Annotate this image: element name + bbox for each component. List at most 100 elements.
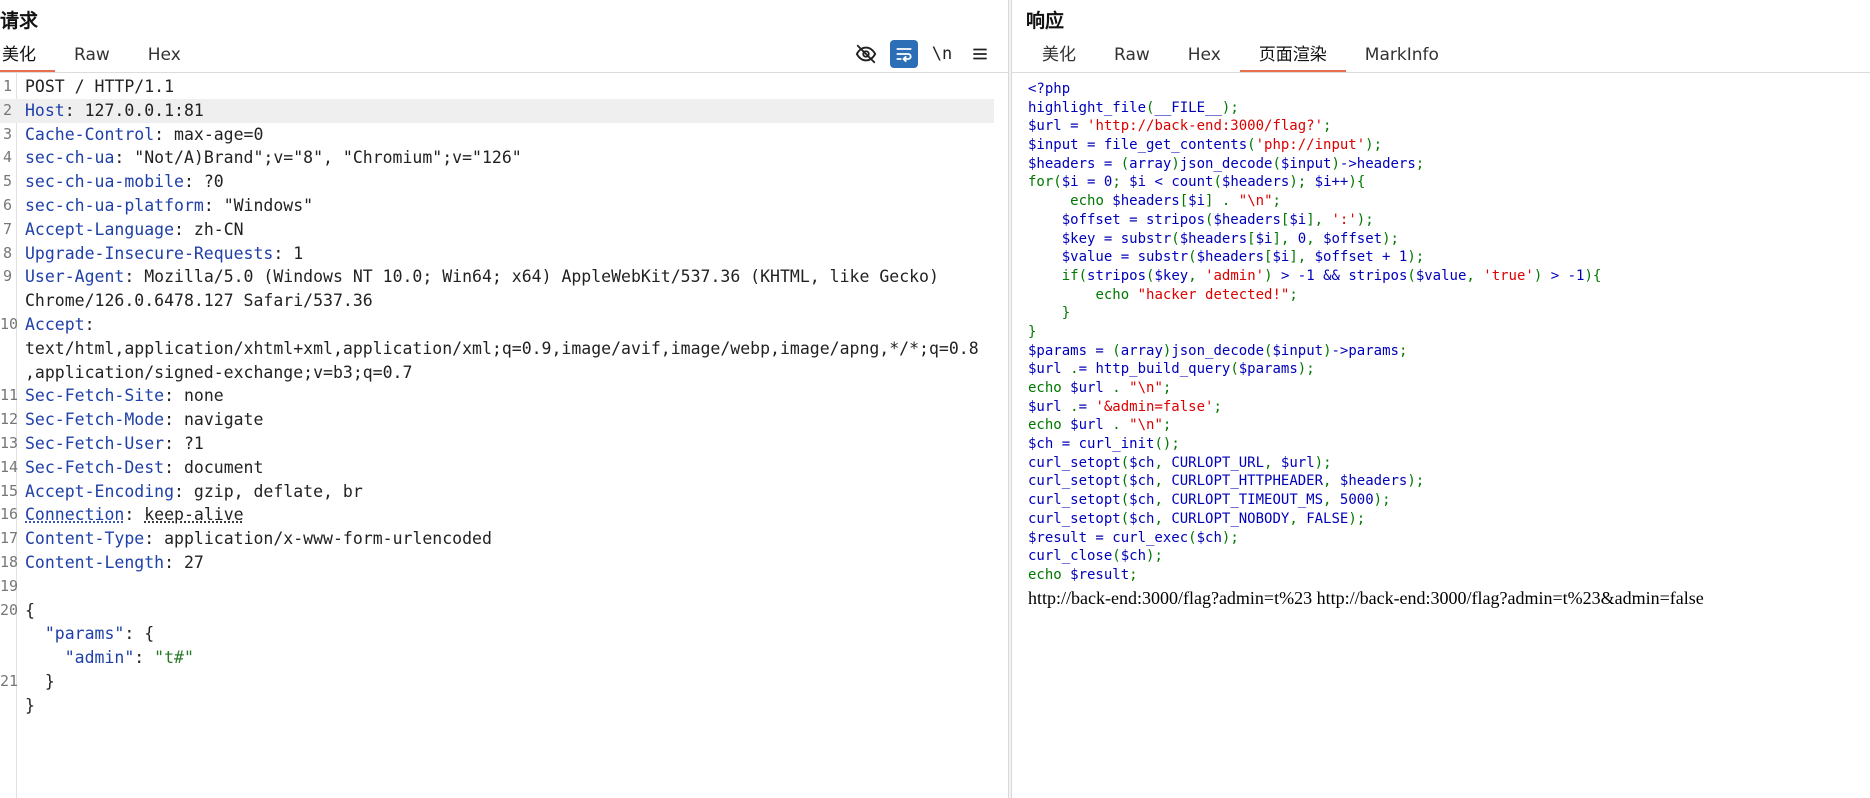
header-name: sec-ch-ua-platform — [25, 195, 204, 215]
php-punct: ; — [1289, 286, 1298, 303]
response-tab-0[interactable]: 美化 — [1026, 42, 1095, 70]
header-name: Accept — [25, 314, 85, 334]
php-punct: ] — [1272, 230, 1281, 247]
php-punct: ( — [1120, 473, 1130, 490]
php-punct: , — [1154, 492, 1163, 509]
php-punct: ( — [1407, 267, 1416, 284]
code-line: ,application/signed-exchange;v=b3;q=0.7 — [0, 361, 1008, 385]
line-number: 9 — [2, 267, 12, 286]
php-punct: ( — [1112, 342, 1121, 359]
wrap-icon[interactable] — [890, 40, 918, 68]
code-line: 9 User-Agent: Mozilla/5.0 (Windows NT 10.… — [0, 265, 1008, 289]
php-punct: ) — [1289, 174, 1298, 191]
line-number: 2 — [2, 100, 12, 119]
php-keyword: for — [1028, 174, 1054, 191]
response-tab-4[interactable]: MarkInfo — [1346, 42, 1458, 70]
newline-toggle-button[interactable]: \n — [928, 40, 956, 68]
header-value: application/x-www-form-urlencoded — [164, 529, 492, 549]
php-punct: ( — [1188, 249, 1197, 266]
php-punct: , — [1306, 230, 1315, 247]
php-punct: , — [1314, 211, 1324, 228]
response-tab-1[interactable]: Raw — [1095, 42, 1169, 70]
header-value: "t#" — [154, 648, 194, 668]
php-punct: ; — [1415, 249, 1425, 266]
php-punct: ) — [1407, 249, 1416, 266]
header-value: document — [183, 457, 264, 477]
php-punct: ] — [1306, 211, 1315, 228]
php-keyword: if — [1061, 267, 1079, 284]
code-line: 13 Sec-Fetch-User: ?1 — [0, 432, 1008, 456]
php-line: highlight_file(__FILE__); — [1028, 99, 1239, 116]
menu-icon[interactable] — [966, 40, 994, 68]
eye-off-icon[interactable] — [852, 40, 880, 68]
php-punct: [ — [1179, 193, 1189, 210]
header-name: Connection — [25, 505, 125, 525]
php-punct: ( — [1120, 510, 1130, 527]
code-line: 6 sec-ch-ua-platform: "Windows" — [0, 194, 1008, 218]
code-line: Chrome/126.0.6478.127 Safari/537.36 — [0, 289, 1008, 313]
header-value: ?0 — [203, 172, 224, 192]
php-line: echo $url . "\n"; — [1028, 380, 1172, 396]
separator: : — [164, 457, 184, 477]
php-string: '&admin=false' — [1095, 398, 1214, 415]
request-tab-1[interactable]: Raw — [55, 42, 129, 70]
request-tab-0[interactable]: 美化 — [0, 42, 55, 73]
php-punct: , — [1188, 267, 1197, 284]
code-line: "params": { — [0, 622, 1008, 646]
php-string: 'php://input' — [1255, 137, 1366, 154]
code-line: "admin": "t#" — [0, 646, 1008, 670]
php-punct: . — [1112, 380, 1121, 396]
header-name: Accept-Language — [25, 219, 175, 239]
php-punct: ; — [1129, 566, 1138, 583]
php-line: } — [1028, 304, 1601, 323]
header-value: ?1 — [183, 433, 204, 453]
php-punct: ( — [1171, 230, 1180, 247]
request-tab-2[interactable]: Hex — [129, 42, 200, 70]
header-value: "Windows" — [223, 195, 314, 215]
separator: : — [144, 529, 165, 549]
header-name: Cache-Control — [25, 124, 155, 144]
php-punct: } — [1061, 305, 1071, 322]
header-name: Accept-Encoding — [25, 481, 175, 501]
php-string: 'admin' — [1205, 267, 1265, 284]
header-name: Sec-Fetch-Dest — [25, 457, 165, 477]
header-value: { — [25, 600, 35, 620]
header-value: navigate — [183, 410, 264, 430]
php-string: 'true' — [1483, 267, 1534, 284]
response-tab-2[interactable]: Hex — [1169, 42, 1240, 70]
header-name: sec-ch-ua-mobile — [25, 172, 184, 192]
line-number: 11 — [0, 386, 19, 405]
php-line: curl_close($ch); — [1028, 548, 1163, 565]
php-punct: ) — [1331, 155, 1340, 172]
php-punct: ) — [1348, 174, 1357, 191]
code-line: 7 Accept-Language: zh-CN — [0, 218, 1008, 242]
php-punct: ) — [1323, 342, 1332, 359]
php-punct: , — [1154, 510, 1163, 527]
code-text: "params": { — [25, 622, 154, 646]
php-punct: ; — [1365, 211, 1374, 228]
response-tab-3[interactable]: 页面渲染 — [1239, 42, 1346, 73]
request-editor[interactable]: 1 POST / HTTP/1.1 2 Host: 127.0.0.1:81 3 Cach… — [0, 73, 1008, 798]
header-value: Chrome/126.0.6478.127 Safari/537.36 — [25, 291, 373, 311]
line-number: 5 — [2, 172, 12, 191]
code-text: Sec-Fetch-Dest: document — [25, 456, 263, 480]
php-punct: ) — [1348, 510, 1357, 527]
php-line: $key = substr($headers[$i], 0, $offset); — [1028, 230, 1399, 247]
code-line: 15 Accept-Encoding: gzip, deflate, br — [0, 480, 1008, 504]
line-number: 3 — [2, 124, 12, 143]
php-line: $result = curl_exec($ch); — [1028, 529, 1239, 546]
php-line: $url .= '&admin=false'; — [1028, 398, 1222, 415]
php-punct: ( — [1078, 267, 1088, 284]
php-punct: ] — [1289, 249, 1298, 266]
code-line: 8 Upgrade-Insecure-Requests: 1 — [0, 242, 1008, 266]
php-punct: . — [1221, 193, 1231, 210]
line-number: 17 — [0, 529, 19, 548]
separator: : — [84, 314, 105, 334]
php-punct: ( — [1264, 342, 1273, 359]
request-toolbar: \n — [852, 40, 994, 68]
header-name: Content-Type — [25, 529, 145, 549]
php-string: "\n" — [1238, 193, 1273, 210]
php-punct: ] — [1205, 193, 1214, 210]
code-text: Content-Type: application/x-www-form-url… — [25, 527, 492, 551]
header-name: "admin" — [25, 648, 135, 668]
